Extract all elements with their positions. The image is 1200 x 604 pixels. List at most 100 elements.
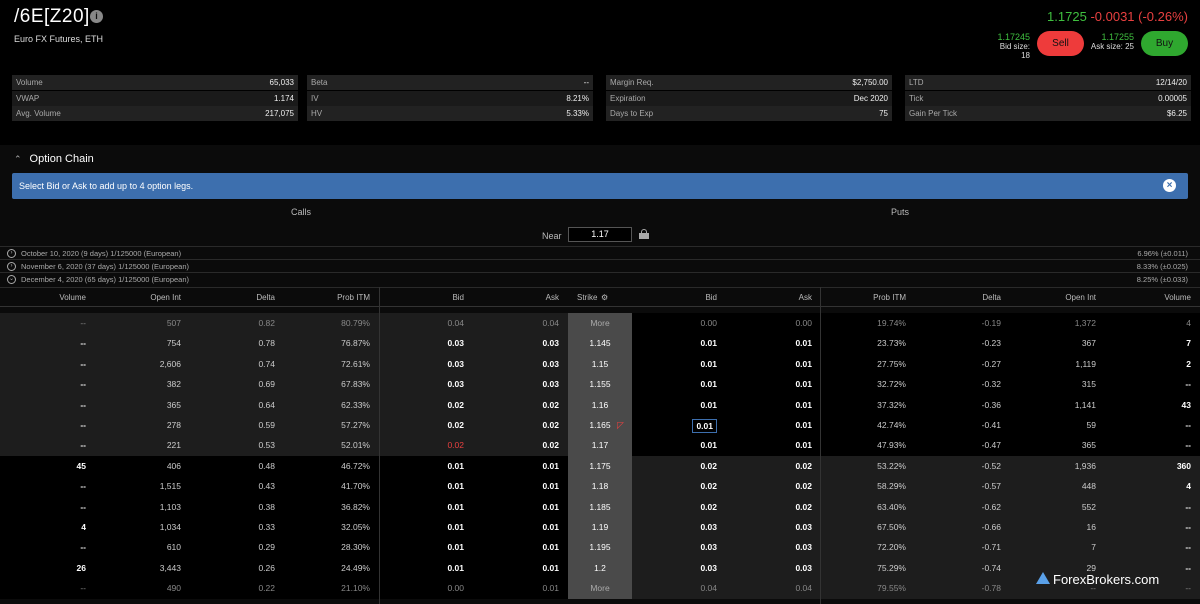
call-bid-cell[interactable]: 0.00 — [447, 578, 464, 598]
put-bid-cell[interactable]: 0.02 — [700, 497, 717, 517]
more-strikes-button[interactable]: More — [568, 313, 632, 334]
put-bid-cell[interactable]: 0.01 — [692, 419, 717, 433]
call-bid-cell[interactable]: 0.01 — [447, 558, 464, 578]
col-call-openint[interactable]: Open Int — [150, 288, 181, 308]
call-ask-cell[interactable]: 0.01 — [542, 537, 559, 557]
col-put-openint[interactable]: Open Int — [1065, 288, 1096, 308]
expand-icon[interactable]: › — [7, 262, 16, 271]
put-bid-cell[interactable]: 0.03 — [700, 517, 717, 537]
call-bid-cell[interactable]: 0.03 — [447, 333, 464, 353]
put-volume-cell: -- — [1185, 542, 1191, 553]
put-ask-cell[interactable]: 0.03 — [795, 537, 812, 557]
chevron-up-icon[interactable]: ⌃ — [14, 154, 22, 165]
put-bid-cell[interactable]: 0.01 — [700, 395, 717, 415]
put-bid-cell[interactable]: 0.01 — [700, 354, 717, 374]
col-put-probitm[interactable]: Prob ITM — [873, 288, 906, 308]
info-icon[interactable]: i — [90, 10, 103, 23]
call-bid-cell[interactable]: 0.02 — [447, 395, 464, 415]
put-side-cell-bg — [632, 333, 1200, 354]
put-ask-cell[interactable]: 0.03 — [795, 558, 812, 578]
put-ask-cell[interactable]: 0.01 — [795, 374, 812, 394]
expiration-label: December 4, 2020 (65 days) 1/125000 (Eur… — [21, 275, 190, 284]
call-ask-cell[interactable]: 0.03 — [542, 333, 559, 353]
col-call-probitm[interactable]: Prob ITM — [337, 288, 370, 308]
call-ask-cell[interactable]: 0.03 — [542, 354, 559, 374]
call-ask-cell[interactable]: 0.01 — [542, 476, 559, 496]
put-bid-cell[interactable]: 0.02 — [700, 456, 717, 476]
call-bid-cell[interactable]: 0.02 — [447, 435, 464, 455]
put-bid-cell[interactable]: 0.01 — [700, 435, 717, 455]
bid-price: 1.17245 — [997, 32, 1030, 42]
call-volume-cell: -- — [80, 501, 86, 512]
col-put-ask[interactable]: Ask — [799, 288, 812, 308]
put-bid-cell[interactable]: 0.01 — [700, 333, 717, 353]
put-bid-cell[interactable]: 0.00 — [700, 313, 717, 333]
buy-button[interactable]: Buy — [1141, 31, 1188, 56]
call-bid-cell[interactable]: 0.03 — [447, 374, 464, 394]
col-strike[interactable]: Strike — [577, 288, 597, 308]
more-strikes-button[interactable]: More — [568, 578, 632, 599]
col-put-delta[interactable]: Delta — [982, 288, 1001, 308]
call-volume-cell: -- — [80, 358, 86, 369]
call-bid-cell[interactable]: 0.01 — [447, 537, 464, 557]
lock-icon[interactable] — [639, 229, 649, 239]
call-bid-cell[interactable]: 0.03 — [447, 354, 464, 374]
expand-icon[interactable]: › — [7, 249, 16, 258]
put-ask-cell[interactable]: 0.01 — [795, 354, 812, 374]
call-bid-cell[interactable]: 0.01 — [447, 456, 464, 476]
call-ask-cell[interactable]: 0.02 — [542, 395, 559, 415]
put-bid-cell[interactable]: 0.03 — [700, 558, 717, 578]
put-ask-cell[interactable]: 0.02 — [795, 456, 812, 476]
put-delta-cell: -0.57 — [981, 481, 1001, 492]
near-strike-input[interactable]: 1.17 — [568, 227, 632, 242]
call-openint-cell: 507 — [166, 318, 181, 328]
call-bid-cell[interactable]: 0.01 — [447, 517, 464, 537]
call-ask-cell[interactable]: 0.01 — [542, 517, 559, 537]
put-bid-cell[interactable]: 0.02 — [700, 476, 717, 496]
option-chain-header[interactable]: ⌃ Option Chain — [14, 153, 94, 165]
call-bid-cell[interactable]: 0.01 — [447, 476, 464, 496]
expiration-row[interactable]: › November 6, 2020 (37 days) 1/125000 (E… — [0, 259, 1200, 272]
call-ask-cell[interactable]: 0.03 — [542, 374, 559, 394]
call-ask-cell[interactable]: 0.01 — [542, 558, 559, 578]
put-ask-cell[interactable]: 0.00 — [795, 313, 812, 333]
put-bid-cell[interactable]: 0.01 — [700, 374, 717, 394]
col-call-bid[interactable]: Bid — [452, 288, 464, 308]
stat-value: -- — [583, 78, 589, 87]
put-ask-cell[interactable]: 0.04 — [795, 578, 812, 598]
call-bid-cell[interactable]: 0.04 — [447, 313, 464, 333]
call-ask-cell[interactable]: 0.01 — [542, 497, 559, 517]
col-call-ask[interactable]: Ask — [546, 288, 559, 308]
expiration-row[interactable]: ⌄ December 4, 2020 (65 days) 1/125000 (E… — [0, 272, 1200, 285]
sell-button[interactable]: Sell — [1037, 31, 1084, 56]
gear-icon[interactable]: ⚙ — [601, 288, 608, 308]
put-bid-cell[interactable]: 0.03 — [700, 537, 717, 557]
call-ask-cell[interactable]: 0.02 — [542, 435, 559, 455]
call-bid-cell[interactable]: 0.02 — [447, 415, 464, 435]
col-put-volume[interactable]: Volume — [1164, 288, 1191, 308]
call-ask-cell[interactable]: 0.01 — [542, 456, 559, 476]
put-ask-cell[interactable]: 0.01 — [795, 415, 812, 435]
col-call-volume[interactable]: Volume — [59, 288, 86, 308]
forexbrokers-logo: ForexBrokers.com — [1036, 572, 1159, 587]
put-ask-cell[interactable]: 0.02 — [795, 497, 812, 517]
put-ask-cell[interactable]: 0.01 — [795, 395, 812, 415]
call-openint-cell: 1,103 — [159, 501, 181, 512]
put-ask-cell[interactable]: 0.02 — [795, 476, 812, 496]
put-ask-cell[interactable]: 0.03 — [795, 517, 812, 537]
call-ask-cell[interactable]: 0.04 — [542, 313, 559, 333]
put-ask-cell[interactable]: 0.01 — [795, 435, 812, 455]
stat-label: HV — [311, 109, 323, 118]
put-openint-cell: 552 — [1081, 501, 1096, 512]
close-icon[interactable]: × — [1163, 179, 1176, 192]
call-ask-cell[interactable]: 0.01 — [542, 578, 559, 598]
collapse-icon[interactable]: ⌄ — [7, 275, 16, 284]
col-put-bid[interactable]: Bid — [705, 288, 717, 308]
call-bid-cell[interactable]: 0.01 — [447, 497, 464, 517]
put-bid-cell[interactable]: 0.04 — [700, 578, 717, 598]
expiration-row[interactable]: › October 10, 2020 (9 days) 1/125000 (Eu… — [0, 246, 1200, 259]
call-ask-cell[interactable]: 0.02 — [542, 415, 559, 435]
table-row: -- 1,103 0.38 36.82% 0.01 0.01 0.02 0.02 63.40% -… — [0, 496, 1200, 517]
put-ask-cell[interactable]: 0.01 — [795, 333, 812, 353]
col-call-delta[interactable]: Delta — [256, 288, 275, 308]
